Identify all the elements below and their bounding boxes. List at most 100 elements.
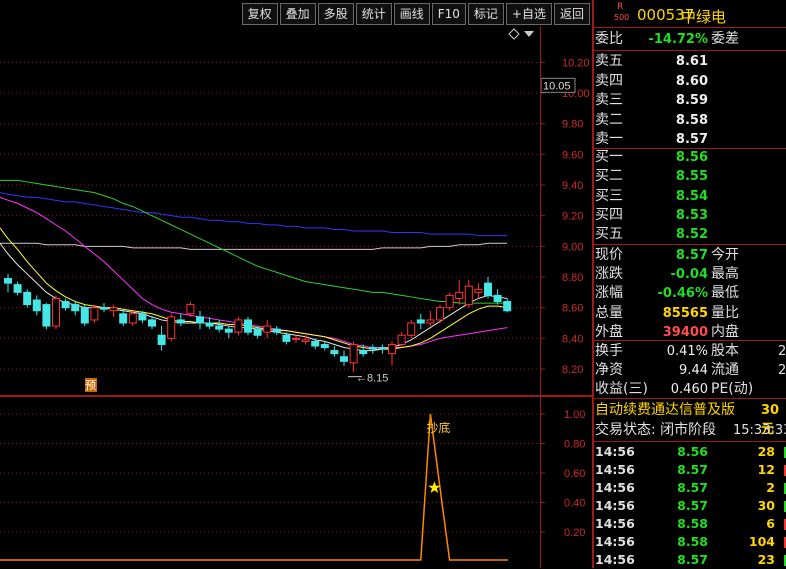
candle-body bbox=[119, 313, 128, 324]
toolbar-button-7[interactable]: +自选 bbox=[505, 3, 552, 25]
quote-row: 现价 8.57 今开 bbox=[593, 246, 786, 265]
candle-body bbox=[340, 356, 348, 362]
price-axis-label: 9.00 bbox=[562, 241, 583, 253]
toolbar-button-4[interactable]: 画线 bbox=[393, 3, 430, 25]
candle-body bbox=[272, 328, 281, 333]
toolbar-button-3[interactable]: 统计 bbox=[355, 3, 392, 25]
buy-row[interactable]: 买五 8.52 bbox=[593, 225, 786, 244]
sell-price: 8.59 bbox=[675, 93, 708, 108]
buy-divider bbox=[593, 244, 786, 245]
candle-body bbox=[167, 316, 176, 339]
sell-label: 卖四 bbox=[595, 72, 623, 89]
tick-price: 8.58 bbox=[677, 516, 708, 531]
tick-price: 8.57 bbox=[677, 480, 708, 495]
stock-header[interactable]: R 500 000537 中绿电 bbox=[593, 2, 786, 26]
quote-row: 涨跌 -0.04 最高 bbox=[593, 265, 786, 284]
current-price-tag-text: 10.05 bbox=[543, 80, 571, 92]
sell-row[interactable]: 卖一 8.57 bbox=[593, 130, 786, 149]
toolbar-button-8[interactable]: 返回 bbox=[553, 3, 590, 25]
tick-volume: 23 bbox=[757, 552, 775, 567]
tick-time: 14:56 bbox=[595, 552, 635, 567]
toolbar-button-5[interactable]: F10 bbox=[431, 3, 466, 25]
tick-price: 8.56 bbox=[677, 444, 708, 459]
fund-label: 换手 bbox=[595, 343, 623, 359]
sell-price: 8.61 bbox=[675, 54, 708, 69]
fund-label-2: PE(动) bbox=[711, 381, 754, 397]
sell-row[interactable]: 卖三 8.59 bbox=[593, 91, 786, 110]
toolbar-button-6[interactable]: 标记 bbox=[467, 3, 504, 25]
price-axis-label: 9.20 bbox=[562, 211, 583, 223]
buy-price: 8.52 bbox=[675, 227, 708, 243]
buy-price: 8.53 bbox=[675, 207, 708, 223]
tick-time: 14:56 bbox=[595, 444, 635, 459]
quote-label: 现价 bbox=[595, 247, 623, 263]
weibi-row: 委比 -14.72% 委差 bbox=[593, 30, 786, 49]
candle-body bbox=[90, 307, 99, 321]
tick-time: 14:56 bbox=[595, 498, 635, 513]
fund-label-2: 流通 bbox=[711, 362, 739, 378]
price-axis-label: 10.20 bbox=[562, 57, 590, 69]
buy-row[interactable]: 买三 8.54 bbox=[593, 187, 786, 206]
promo-banner[interactable]: 自动续费通达信普及版 30元 bbox=[593, 401, 786, 437]
status-text: 交易状态: 闭市阶段 bbox=[595, 422, 717, 438]
price-axis-label: 8.20 bbox=[562, 364, 583, 376]
indicator-signal-label: 抄底 bbox=[426, 420, 450, 435]
candle-body bbox=[455, 291, 464, 299]
candle-body bbox=[224, 328, 233, 333]
tick-time: 14:56 bbox=[595, 480, 635, 495]
buy-label: 买五 bbox=[595, 226, 623, 243]
tick-price: 8.57 bbox=[677, 462, 708, 477]
toolbar-button-1[interactable]: 叠加 bbox=[279, 3, 316, 25]
fund-value: 0.460 bbox=[670, 382, 708, 397]
tick-time: 14:56 bbox=[595, 516, 635, 531]
tick-time: 14:56 bbox=[595, 462, 635, 477]
quote-row: 涨幅 -0.46% 最低 bbox=[593, 284, 786, 303]
price-axis-label: 8.60 bbox=[562, 303, 583, 315]
tick-volume: 12 bbox=[757, 462, 775, 477]
sell-row[interactable]: 卖五 8.61 bbox=[593, 52, 786, 71]
candle-body bbox=[493, 294, 502, 303]
buy-row[interactable]: 买四 8.53 bbox=[593, 206, 786, 225]
quote-label: 涨跌 bbox=[595, 266, 623, 283]
fund-label-2: 股本 bbox=[711, 343, 739, 359]
candle-body bbox=[388, 343, 396, 355]
candle-body bbox=[32, 299, 41, 312]
candle-body bbox=[330, 350, 339, 355]
quote-label-2: 内盘 bbox=[711, 323, 739, 340]
candle-body bbox=[42, 304, 51, 327]
candle-body bbox=[359, 350, 368, 355]
fund-label: 收益(三) bbox=[595, 381, 648, 397]
quote-value: -0.04 bbox=[670, 267, 708, 283]
tick-price: 8.57 bbox=[677, 552, 708, 567]
price-axis-label: 9.40 bbox=[562, 180, 583, 192]
buy-row[interactable]: 买二 8.55 bbox=[593, 167, 786, 186]
kline-chart[interactable]: 10.2010.009.809.609.409.209.008.808.608.… bbox=[0, 0, 593, 568]
sell-row[interactable]: 卖四 8.60 bbox=[593, 72, 786, 91]
sell-price: 8.60 bbox=[675, 73, 708, 89]
candle-body bbox=[71, 304, 80, 312]
indicator-axis-label: 0.60 bbox=[564, 468, 585, 480]
toolbar-button-0[interactable]: 复权 bbox=[241, 3, 278, 25]
candle-body bbox=[378, 347, 387, 350]
sell-label: 卖一 bbox=[595, 131, 623, 147]
fund-label: 净资 bbox=[595, 362, 623, 378]
buy-row[interactable]: 买一 8.56 bbox=[593, 148, 786, 167]
pre-marker-label: 预 bbox=[85, 379, 96, 392]
diamond-icon bbox=[508, 28, 520, 40]
sell-row[interactable]: 卖二 8.58 bbox=[593, 111, 786, 130]
sell-label: 卖三 bbox=[595, 92, 623, 108]
weibi-value: -14.72% bbox=[648, 32, 708, 47]
candle-body bbox=[397, 334, 406, 345]
tick-volume: 30 bbox=[757, 498, 775, 513]
candle-body bbox=[109, 307, 118, 312]
buy-price: 8.55 bbox=[675, 169, 708, 185]
toolbar-button-2[interactable]: 多股 bbox=[317, 3, 354, 25]
fund-divider bbox=[593, 398, 786, 399]
candle-body bbox=[484, 282, 492, 296]
low-marker-label: ←8.15 bbox=[356, 373, 388, 385]
tick-price: 8.58 bbox=[677, 534, 708, 549]
sell-label: 卖二 bbox=[595, 111, 623, 128]
price-axis-label: 8.80 bbox=[562, 272, 583, 284]
buy-label: 买二 bbox=[595, 168, 623, 185]
pane-divider bbox=[0, 395, 593, 397]
